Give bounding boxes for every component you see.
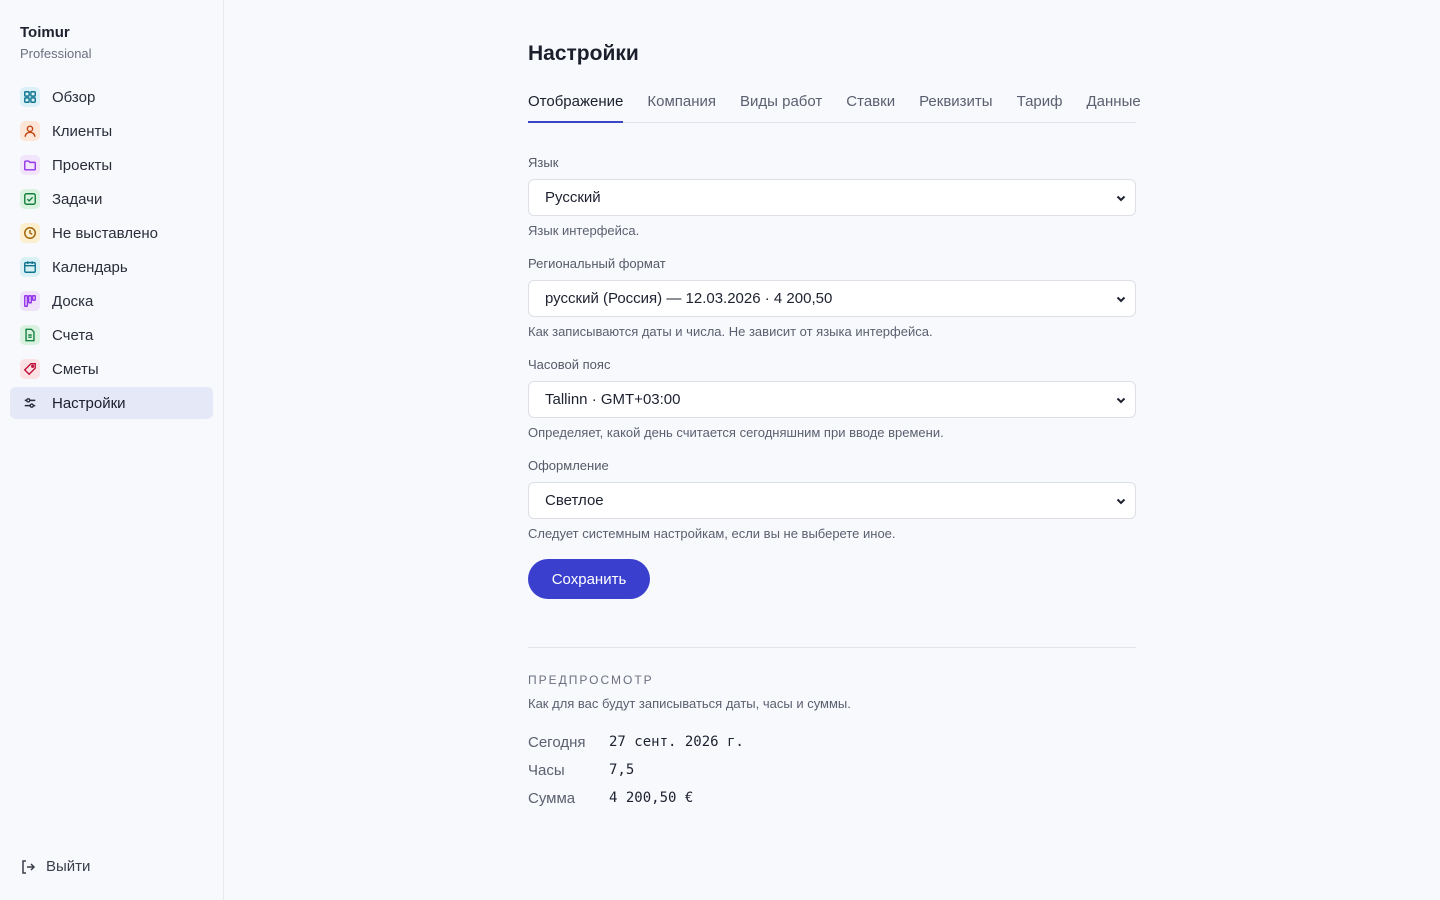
preview-row-amount: Сумма 4 200,50 €: [528, 784, 744, 812]
region-label: Региональный формат: [528, 256, 666, 271]
preview-key: Сегодня: [528, 733, 586, 751]
sidebar-item-label: Задачи: [52, 190, 103, 208]
sidebar-item-board[interactable]: Доска: [10, 285, 213, 317]
theme-field: Оформление Светлое Следует системным нас…: [528, 458, 1136, 542]
timezone-value: Tallinn · GMT+03:00: [545, 391, 681, 408]
kanban-icon: [20, 291, 40, 311]
theme-value: Светлое: [545, 492, 604, 509]
language-hint: Язык интерфейса.: [528, 223, 640, 238]
sidebar-item-label: Календарь: [52, 258, 128, 276]
sidebar-item-label: Доска: [52, 292, 94, 310]
save-button[interactable]: Сохранить: [528, 559, 650, 599]
tab-plan[interactable]: Тариф: [1017, 88, 1063, 123]
sidebar-item-label: Сметы: [52, 360, 99, 378]
page-title: Настройки: [528, 42, 639, 65]
chevron-down-icon: [1116, 195, 1126, 201]
region-value: русский (Россия) — 12.03.2026 · 4 200,50: [545, 290, 833, 307]
sliders-icon: [20, 393, 40, 413]
logout-button[interactable]: Выйти: [20, 858, 90, 875]
tab-company[interactable]: Компания: [647, 88, 716, 123]
sidebar-item-label: Проекты: [52, 156, 113, 174]
language-label: Язык: [528, 155, 559, 170]
timezone-label: Часовой пояс: [528, 357, 611, 372]
calendar-icon: [20, 257, 40, 277]
divider: [528, 647, 1136, 648]
region-hint: Как записываются даты и числа. Не зависи…: [528, 324, 933, 339]
preview-value: 27 сент. 2026 г.: [609, 734, 744, 750]
sidebar-item-label: Клиенты: [52, 122, 113, 140]
timezone-select[interactable]: Tallinn · GMT+03:00: [528, 381, 1136, 418]
sidebar-item-settings[interactable]: Настройки: [10, 387, 213, 419]
chevron-down-icon: [1116, 296, 1126, 302]
settings-tabs: Отображение Компания Виды работ Ставки Р…: [528, 88, 1141, 123]
sidebar: Toimur Professional Обзор Клиенты Проект…: [0, 0, 224, 900]
brand-name: Toimur: [20, 24, 70, 41]
preview-list: Сегодня 27 сент. 2026 г. Часы 7,5 Сумма …: [528, 728, 744, 812]
preview-value: 4 200,50 €: [609, 790, 694, 806]
language-select[interactable]: Русский: [528, 179, 1136, 216]
check-square-icon: [20, 189, 40, 209]
preview-title: Предпросмотр: [528, 673, 654, 687]
theme-hint: Следует системным настройкам, если вы не…: [528, 526, 896, 541]
brand: Toimur Professional: [20, 24, 92, 62]
preview-key: Сумма: [528, 789, 576, 807]
sidebar-item-label: Обзор: [52, 88, 96, 106]
sidebar-item-tasks[interactable]: Задачи: [10, 183, 213, 215]
timezone-field: Часовой пояс Tallinn · GMT+03:00 Определ…: [528, 357, 1136, 441]
tab-work-types[interactable]: Виды работ: [740, 88, 822, 123]
brand-plan: Professional: [20, 46, 92, 61]
theme-select[interactable]: Светлое: [528, 482, 1136, 519]
sidebar-item-estimates[interactable]: Сметы: [10, 353, 213, 385]
sidebar-item-projects[interactable]: Проекты: [10, 149, 213, 181]
language-field: Язык Русский Язык интерфейса.: [528, 155, 1136, 239]
folder-icon: [20, 155, 40, 175]
preview-row-today: Сегодня 27 сент. 2026 г.: [528, 728, 744, 756]
tab-rates[interactable]: Ставки: [846, 88, 895, 123]
invoice-icon: [20, 325, 40, 345]
tab-display[interactable]: Отображение: [528, 88, 624, 123]
sidebar-item-label: Счета: [52, 326, 94, 344]
chevron-down-icon: [1116, 498, 1126, 504]
region-field: Региональный формат русский (Россия) — 1…: [528, 256, 1136, 340]
sidebar-item-clients[interactable]: Клиенты: [10, 115, 213, 147]
sidebar-item-unbilled[interactable]: Не выставлено: [10, 217, 213, 249]
sidebar-item-label: Не выставлено: [52, 224, 158, 242]
preview-value: 7,5: [609, 762, 635, 778]
logout-label: Выйти: [46, 858, 91, 875]
sidebar-item-calendar[interactable]: Календарь: [10, 251, 213, 283]
theme-label: Оформление: [528, 458, 609, 473]
user-icon: [20, 121, 40, 141]
sidebar-item-overview[interactable]: Обзор: [10, 81, 213, 113]
language-value: Русский: [545, 189, 601, 206]
preview-row-hours: Часы 7,5: [528, 756, 744, 784]
tab-requisites[interactable]: Реквизиты: [919, 88, 993, 123]
logout-icon: [22, 859, 36, 874]
sidebar-nav: Обзор Клиенты Проекты Задачи Не выставле…: [10, 81, 213, 421]
sidebar-item-invoices[interactable]: Счета: [10, 319, 213, 351]
tag-icon: [20, 359, 40, 379]
region-select[interactable]: русский (Россия) — 12.03.2026 · 4 200,50: [528, 280, 1136, 317]
timezone-hint: Определяет, какой день считается сегодня…: [528, 425, 944, 440]
grid-icon: [20, 87, 40, 107]
preview-subtitle: Как для вас будут записываться даты, час…: [528, 696, 851, 711]
tab-data[interactable]: Данные: [1087, 88, 1141, 123]
clock-icon: [20, 223, 40, 243]
chevron-down-icon: [1116, 397, 1126, 403]
preview-key: Часы: [528, 761, 565, 779]
sidebar-item-label: Настройки: [52, 394, 126, 412]
